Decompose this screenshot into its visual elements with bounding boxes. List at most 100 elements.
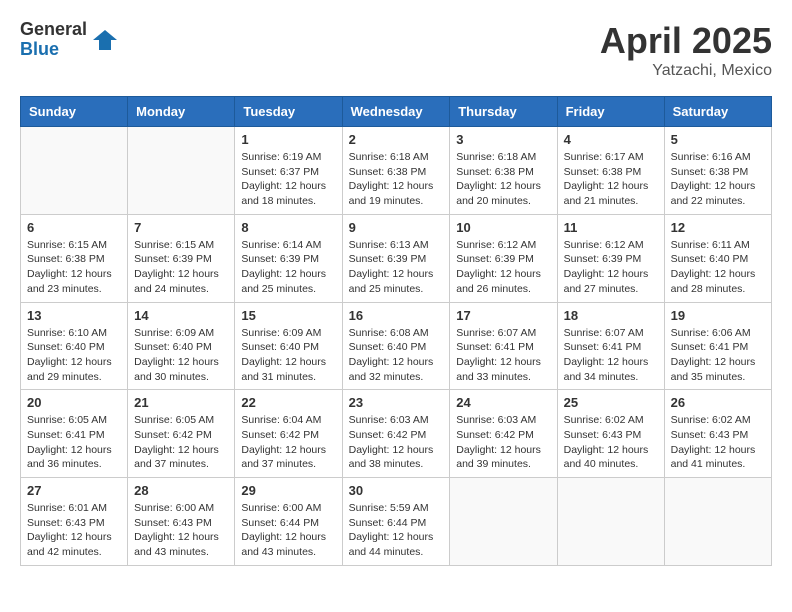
day-number: 30 [349, 483, 444, 498]
table-row [557, 478, 664, 566]
table-row: 23Sunrise: 6:03 AMSunset: 6:42 PMDayligh… [342, 390, 450, 478]
table-row: 9 Sunrise: 6:13 AMSunset: 6:39 PMDaylight… [342, 214, 450, 302]
day-number: 4 [564, 132, 658, 147]
day-number: 25 [564, 395, 658, 410]
day-info: Sunrise: 6:12 AMSunset: 6:39 PMDaylight:… [456, 238, 550, 297]
table-row: 13 Sunrise: 6:10 AMSunset: 6:40 PMDayligh… [21, 302, 128, 390]
day-number: 29 [241, 483, 335, 498]
day-number: 5 [671, 132, 765, 147]
day-info: Sunrise: 6:14 AMSunset: 6:39 PMDaylight:… [241, 238, 335, 297]
day-info: Sunrise: 6:10 AMSunset: 6:40 PMDaylight:… [27, 326, 121, 385]
calendar-title: April 2025 [600, 20, 772, 62]
day-info: Sunrise: 6:00 AMSunset: 6:44 PMDaylight:… [241, 501, 335, 560]
day-number: 2 [349, 132, 444, 147]
table-row: 30 Sunrise: 5:59 AMSunset: 6:44 PMDayligh… [342, 478, 450, 566]
day-info: Sunrise: 6:18 AMSunset: 6:38 PMDaylight:… [456, 150, 550, 209]
table-row [664, 478, 771, 566]
table-row: 26 Sunrise: 6:02 AMSunset: 6:43 PMDayligh… [664, 390, 771, 478]
table-row: 4 Sunrise: 6:17 AMSunset: 6:38 PMDaylight… [557, 127, 664, 215]
day-number: 28 [134, 483, 228, 498]
table-row: 28Sunrise: 6:00 AMSunset: 6:43 PMDayligh… [128, 478, 235, 566]
calendar-week-row: 27 Sunrise: 6:01 AMSunset: 6:43 PMDayligh… [21, 478, 772, 566]
day-number: 7 [134, 220, 228, 235]
day-info: Sunrise: 6:04 AMSunset: 6:42 PMDaylight:… [241, 413, 335, 472]
day-info: Sunrise: 6:07 AMSunset: 6:41 PMDaylight:… [564, 326, 658, 385]
table-row: 18Sunrise: 6:07 AMSunset: 6:41 PMDayligh… [557, 302, 664, 390]
day-number: 27 [27, 483, 121, 498]
day-number: 14 [134, 308, 228, 323]
day-info: Sunrise: 6:08 AMSunset: 6:40 PMDaylight:… [349, 326, 444, 385]
day-info: Sunrise: 6:17 AMSunset: 6:38 PMDaylight:… [564, 150, 658, 209]
day-info: Sunrise: 6:02 AMSunset: 6:43 PMDaylight:… [671, 413, 765, 472]
table-row: 14 Sunrise: 6:09 AMSunset: 6:40 PMDayligh… [128, 302, 235, 390]
day-info: Sunrise: 6:03 AMSunset: 6:42 PMDaylight:… [456, 413, 550, 472]
table-row [450, 478, 557, 566]
day-info: Sunrise: 6:12 AMSunset: 6:39 PMDaylight:… [564, 238, 658, 297]
day-number: 16 [349, 308, 444, 323]
table-row: 21 Sunrise: 6:05 AMSunset: 6:42 PMDayligh… [128, 390, 235, 478]
table-row: 19 Sunrise: 6:06 AMSunset: 6:41 PMDayligh… [664, 302, 771, 390]
page-header: General Blue April 2025 Yatzachi, Mexico [20, 20, 772, 80]
table-row: 7 Sunrise: 6:15 AMSunset: 6:39 PMDaylight… [128, 214, 235, 302]
logo: General Blue [20, 20, 119, 60]
day-number: 13 [27, 308, 121, 323]
calendar-week-row: 1Sunrise: 6:19 AMSunset: 6:37 PMDaylight… [21, 127, 772, 215]
day-number: 3 [456, 132, 550, 147]
table-row: 2 Sunrise: 6:18 AMSunset: 6:38 PMDaylight… [342, 127, 450, 215]
table-row: 15Sunrise: 6:09 AMSunset: 6:40 PMDayligh… [235, 302, 342, 390]
header-wednesday: Wednesday [342, 97, 450, 127]
day-info: Sunrise: 6:16 AMSunset: 6:38 PMDaylight:… [671, 150, 765, 209]
day-info: Sunrise: 6:15 AMSunset: 6:39 PMDaylight:… [134, 238, 228, 297]
day-number: 19 [671, 308, 765, 323]
day-number: 26 [671, 395, 765, 410]
day-info: Sunrise: 6:19 AMSunset: 6:37 PMDaylight:… [241, 150, 335, 209]
table-row: 5 Sunrise: 6:16 AMSunset: 6:38 PMDaylight… [664, 127, 771, 215]
day-info: Sunrise: 6:06 AMSunset: 6:41 PMDaylight:… [671, 326, 765, 385]
table-row: 29 Sunrise: 6:00 AMSunset: 6:44 PMDayligh… [235, 478, 342, 566]
calendar-week-row: 20Sunrise: 6:05 AMSunset: 6:41 PMDayligh… [21, 390, 772, 478]
day-number: 9 [349, 220, 444, 235]
header-monday: Monday [128, 97, 235, 127]
day-number: 6 [27, 220, 121, 235]
day-info: Sunrise: 6:15 AMSunset: 6:38 PMDaylight:… [27, 238, 121, 297]
day-info: Sunrise: 6:18 AMSunset: 6:38 PMDaylight:… [349, 150, 444, 209]
day-number: 24 [456, 395, 550, 410]
table-row: 17Sunrise: 6:07 AMSunset: 6:41 PMDayligh… [450, 302, 557, 390]
calendar-week-row: 6 Sunrise: 6:15 AMSunset: 6:38 PMDaylight… [21, 214, 772, 302]
day-info: Sunrise: 5:59 AMSunset: 6:44 PMDaylight:… [349, 501, 444, 560]
table-row: 25Sunrise: 6:02 AMSunset: 6:43 PMDayligh… [557, 390, 664, 478]
table-row: 20Sunrise: 6:05 AMSunset: 6:41 PMDayligh… [21, 390, 128, 478]
table-row: 27 Sunrise: 6:01 AMSunset: 6:43 PMDayligh… [21, 478, 128, 566]
day-info: Sunrise: 6:05 AMSunset: 6:42 PMDaylight:… [134, 413, 228, 472]
calendar-table: Sunday Monday Tuesday Wednesday Thursday… [20, 96, 772, 566]
table-row: 3 Sunrise: 6:18 AMSunset: 6:38 PMDaylight… [450, 127, 557, 215]
table-row [21, 127, 128, 215]
day-number: 23 [349, 395, 444, 410]
logo-blue: Blue [20, 40, 87, 60]
table-row: 24 Sunrise: 6:03 AMSunset: 6:42 PMDayligh… [450, 390, 557, 478]
day-number: 20 [27, 395, 121, 410]
day-info: Sunrise: 6:11 AMSunset: 6:40 PMDaylight:… [671, 238, 765, 297]
day-info: Sunrise: 6:07 AMSunset: 6:41 PMDaylight:… [456, 326, 550, 385]
day-info: Sunrise: 6:01 AMSunset: 6:43 PMDaylight:… [27, 501, 121, 560]
header-friday: Friday [557, 97, 664, 127]
table-row: 1Sunrise: 6:19 AMSunset: 6:37 PMDaylight… [235, 127, 342, 215]
table-row: 11Sunrise: 6:12 AMSunset: 6:39 PMDayligh… [557, 214, 664, 302]
day-number: 12 [671, 220, 765, 235]
title-block: April 2025 Yatzachi, Mexico [600, 20, 772, 80]
table-row: 12 Sunrise: 6:11 AMSunset: 6:40 PMDayligh… [664, 214, 771, 302]
calendar-week-row: 13 Sunrise: 6:10 AMSunset: 6:40 PMDayligh… [21, 302, 772, 390]
calendar-header-row: Sunday Monday Tuesday Wednesday Thursday… [21, 97, 772, 127]
calendar-location: Yatzachi, Mexico [600, 62, 772, 80]
table-row: 8 Sunrise: 6:14 AMSunset: 6:39 PMDaylight… [235, 214, 342, 302]
day-info: Sunrise: 6:09 AMSunset: 6:40 PMDaylight:… [134, 326, 228, 385]
table-row: 22Sunrise: 6:04 AMSunset: 6:42 PMDayligh… [235, 390, 342, 478]
day-number: 8 [241, 220, 335, 235]
day-info: Sunrise: 6:09 AMSunset: 6:40 PMDaylight:… [241, 326, 335, 385]
day-info: Sunrise: 6:13 AMSunset: 6:39 PMDaylight:… [349, 238, 444, 297]
table-row: 16 Sunrise: 6:08 AMSunset: 6:40 PMDayligh… [342, 302, 450, 390]
header-sunday: Sunday [21, 97, 128, 127]
table-row: 10 Sunrise: 6:12 AMSunset: 6:39 PMDayligh… [450, 214, 557, 302]
day-number: 21 [134, 395, 228, 410]
day-number: 10 [456, 220, 550, 235]
